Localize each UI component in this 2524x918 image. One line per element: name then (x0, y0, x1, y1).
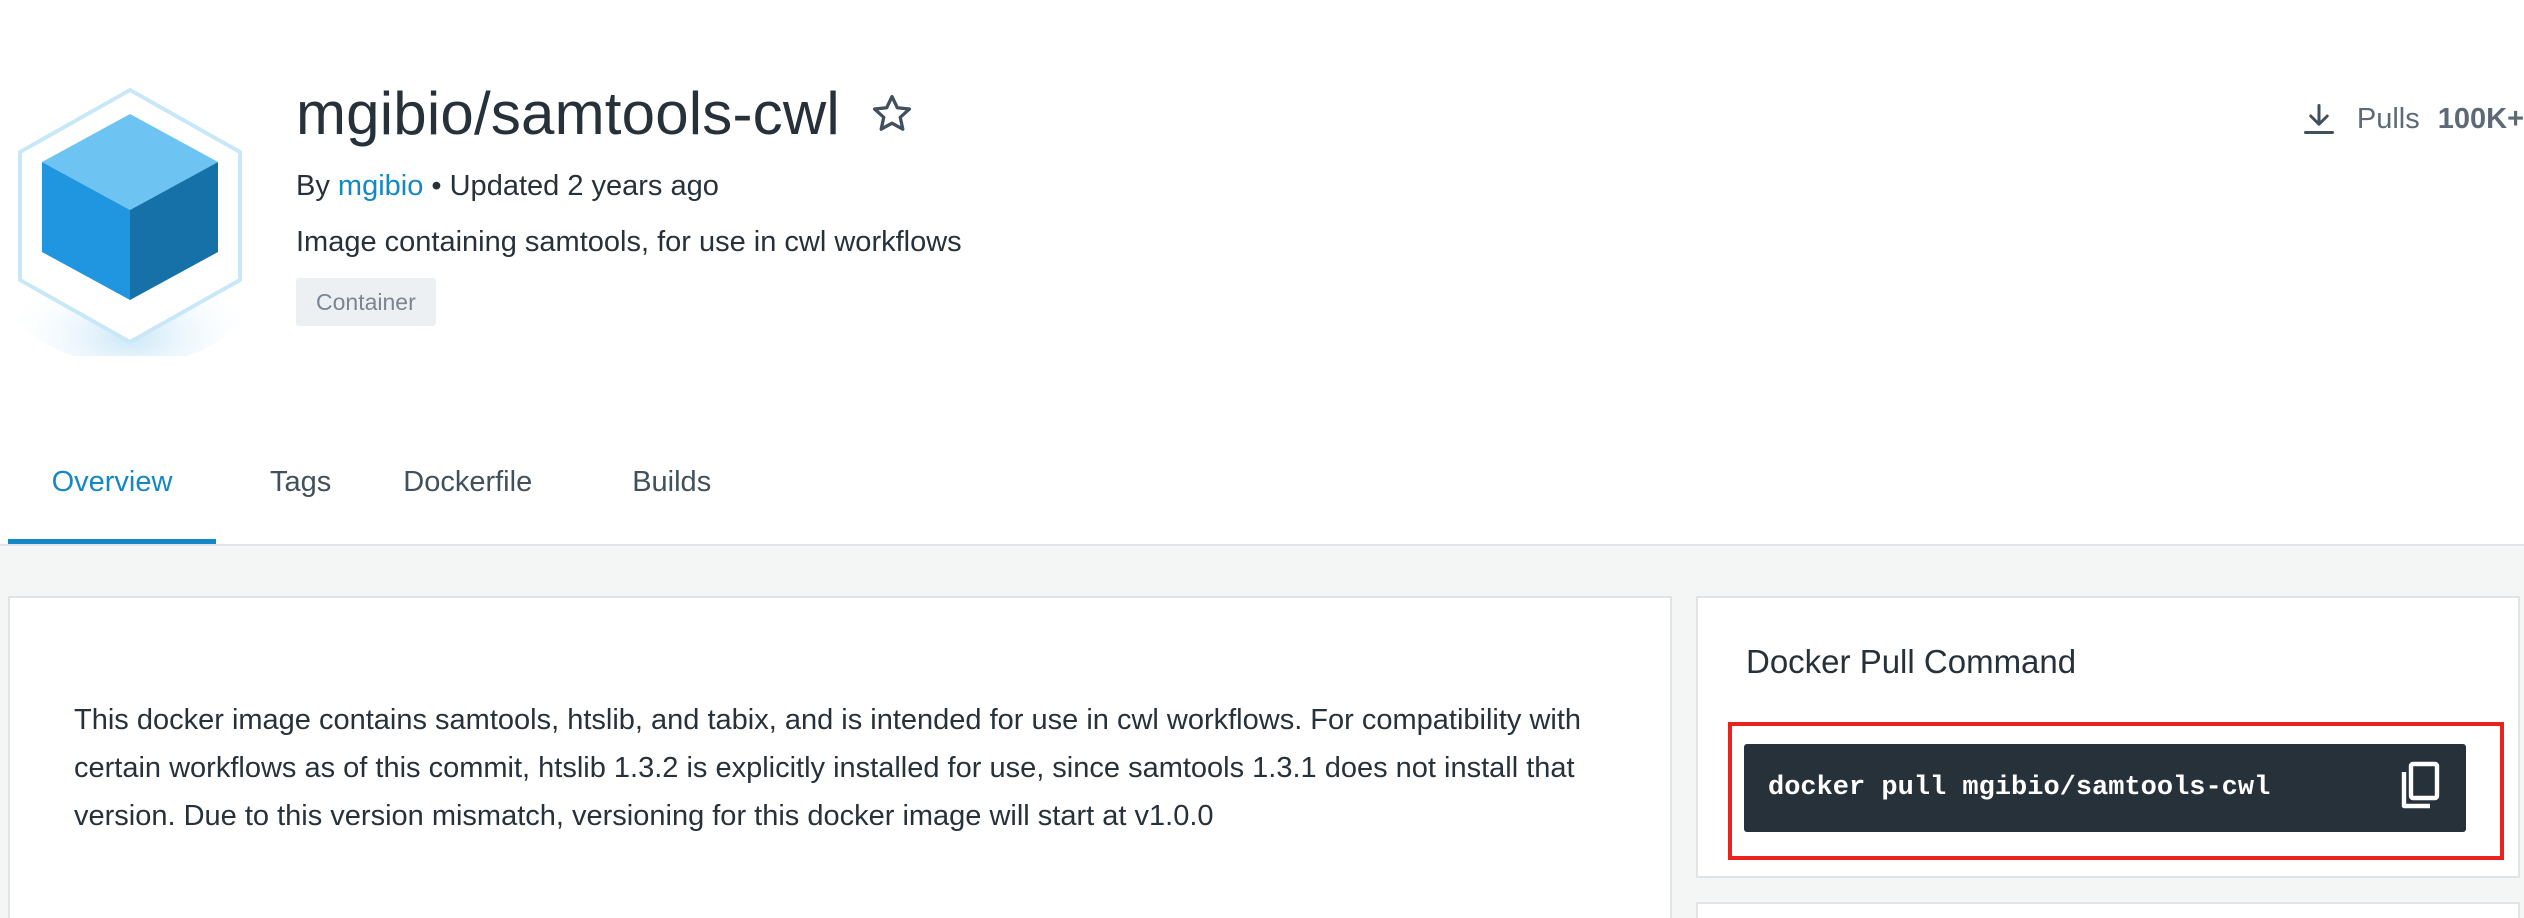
readme-text: This docker image contains samtools, hts… (74, 704, 1582, 832)
by-prefix: By (296, 170, 330, 202)
pull-command-box[interactable]: docker pull mgibio/samtools-cwl (1744, 744, 2466, 832)
pulls-label: Pulls (2356, 102, 2420, 135)
tab-builds[interactable]: Builds (582, 440, 741, 544)
container-badge: Container (296, 278, 436, 326)
repository-page: mgibio/samtools-cwl By mgibio • Updated … (0, 0, 2524, 918)
repo-tabs: Overview Tags Dockerfile Builds (8, 440, 741, 544)
secondary-card (1696, 902, 2520, 918)
repo-byline: By mgibio • Updated 2 years ago (296, 168, 719, 204)
title-row: mgibio/samtools-cwl (296, 78, 914, 150)
pull-command-heading: Docker Pull Command (1746, 643, 2077, 680)
tab-dockerfile[interactable]: Dockerfile (373, 440, 582, 544)
readme-card: This docker image contains samtools, hts… (8, 596, 1672, 918)
download-icon (2303, 104, 2334, 134)
pull-command-text[interactable]: docker pull mgibio/samtools-cwl (1768, 744, 2270, 832)
copy-icon[interactable] (2398, 760, 2442, 812)
tab-tags[interactable]: Tags (240, 440, 361, 544)
author-link[interactable]: mgibio (338, 170, 423, 202)
pulls-count: 100K+ (2437, 102, 2524, 135)
repo-description: Image containing samtools, for use in cw… (296, 226, 962, 258)
updated-text: • Updated 2 years ago (431, 170, 719, 202)
star-icon[interactable] (870, 92, 914, 136)
repo-title: mgibio/samtools-cwl (296, 80, 840, 147)
repo-header: mgibio/samtools-cwl By mgibio • Updated … (0, 0, 2524, 544)
tab-overview[interactable]: Overview (8, 440, 216, 544)
docker-pull-card: Docker Pull Command docker pull mgibio/s… (1696, 596, 2520, 878)
cube-logo-icon (10, 87, 250, 356)
content-area: This docker image contains samtools, hts… (0, 544, 2524, 918)
pulls-stat: Pulls 100K+ (2301, 100, 2524, 138)
